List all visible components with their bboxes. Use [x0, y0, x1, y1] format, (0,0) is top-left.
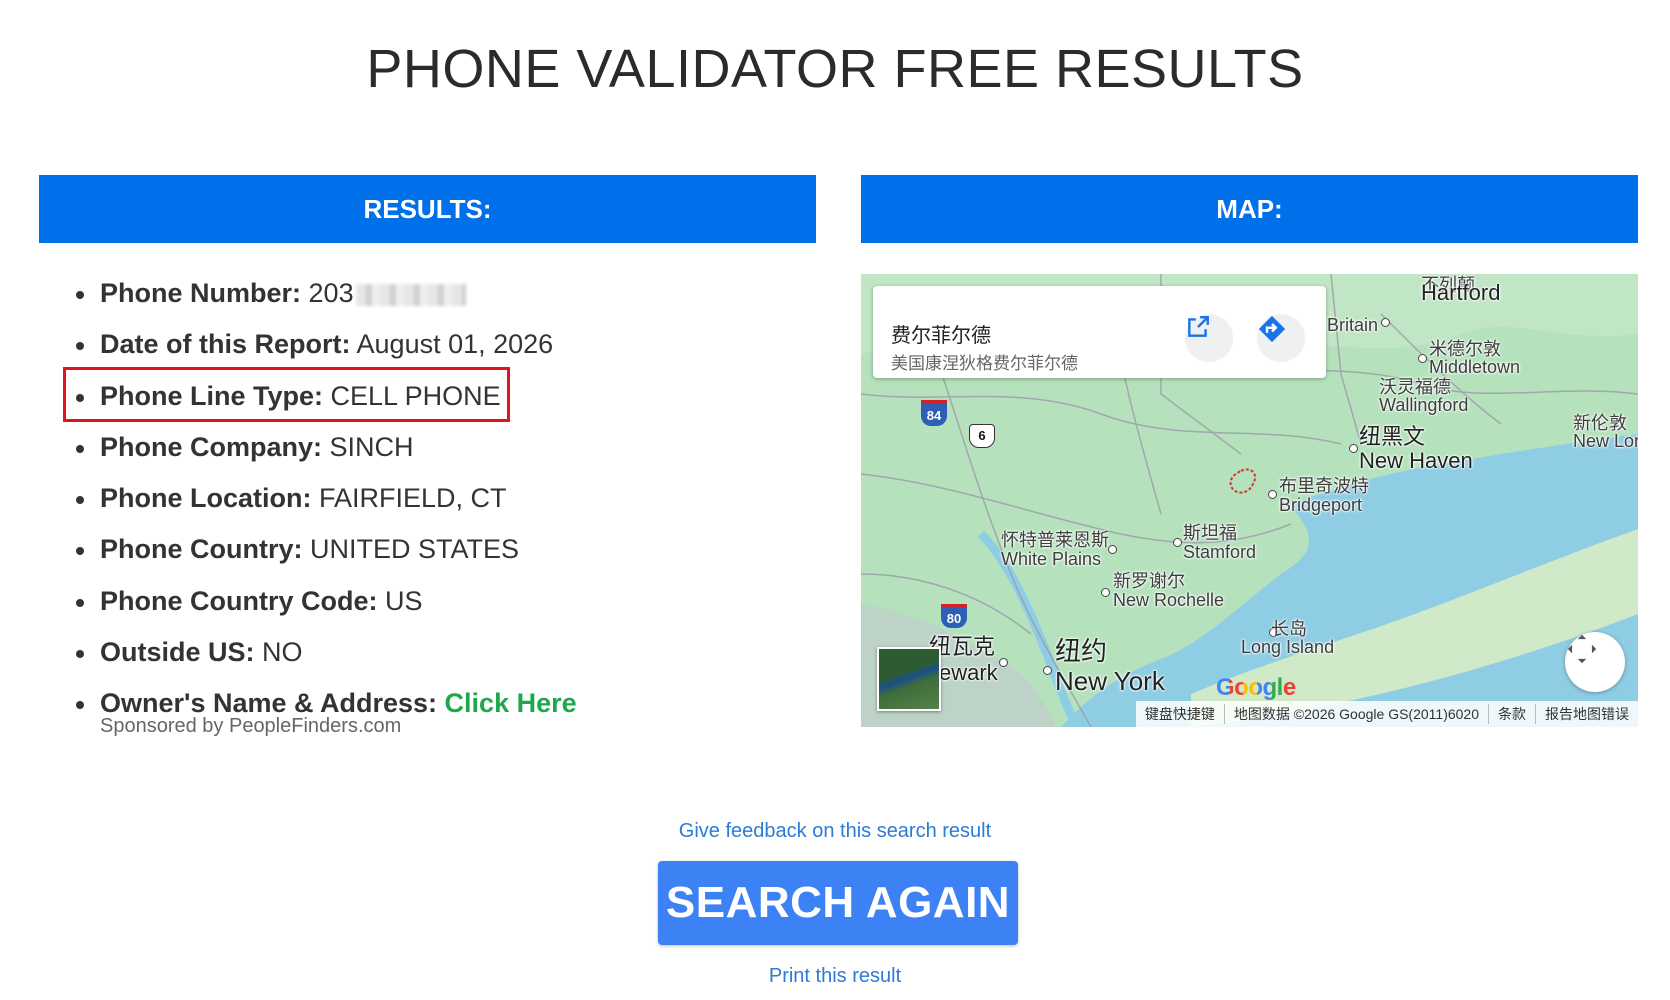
- results-list: Phone Number: 203 Date of this Report: A…: [70, 268, 577, 730]
- map-label-new-york: New York: [1055, 666, 1165, 696]
- result-value: SINCH: [329, 431, 414, 462]
- print-link[interactable]: Print this result: [0, 965, 1670, 988]
- terms-link[interactable]: 条款: [1488, 704, 1535, 724]
- search-again-button[interactable]: SEARCH AGAIN: [658, 861, 1018, 945]
- owner-click-here-link[interactable]: Click Here: [445, 688, 577, 718]
- result-value: 203: [308, 278, 354, 308]
- map-label-new-london-zh: 新伦敦: [1573, 413, 1627, 433]
- feedback-link[interactable]: Give feedback on this search result: [0, 820, 1670, 843]
- result-label: Phone Number:: [100, 278, 302, 308]
- map-label-new-york-zh: 纽约: [1055, 636, 1108, 666]
- map-dot: [1043, 666, 1052, 675]
- map-label-new-london: New Lor: [1573, 431, 1638, 451]
- fullscreen-icon: [1567, 634, 1597, 664]
- map-label-long-island-zh: 长岛: [1271, 619, 1307, 639]
- sponsor-text: Sponsored by PeopleFinders.com: [100, 715, 402, 737]
- map-label-bridgeport-zh: 布里奇波特: [1279, 476, 1369, 496]
- map-label-newark: ewark: [939, 660, 998, 685]
- place-name: 费尔菲尔德: [891, 325, 991, 347]
- highlight-box: [63, 367, 510, 422]
- result-value: UNITED STATES: [310, 534, 520, 565]
- report-error-link[interactable]: 报告地图错误: [1535, 704, 1638, 724]
- route-6-shield: 6: [969, 424, 995, 448]
- result-label: Phone Location:: [100, 483, 312, 514]
- result-label: Phone Country:: [100, 534, 303, 565]
- result-value: August 01, 2026: [356, 329, 554, 360]
- map-label-new-rochelle: New Rochelle: [1113, 590, 1225, 610]
- result-country: Phone Country: UNITED STATES: [70, 524, 577, 575]
- place-address: 美国康涅狄格费尔菲尔德: [891, 354, 1078, 373]
- map-dot: [1173, 538, 1182, 547]
- result-label: Phone Country Code:: [100, 585, 378, 616]
- result-value: US: [385, 585, 423, 616]
- interstate-84-shield: 84: [921, 400, 947, 426]
- keyboard-shortcuts-link[interactable]: 键盘快捷键: [1136, 704, 1224, 724]
- directions-button[interactable]: [1257, 314, 1305, 362]
- fullscreen-button[interactable]: [1565, 632, 1625, 692]
- result-label: Outside US:: [100, 637, 255, 668]
- map-label-stamford-zh: 斯坦福: [1183, 523, 1237, 543]
- map-label-stamford: Stamford: [1183, 542, 1257, 562]
- map-label-wallingford-zh: 沃灵福德: [1379, 377, 1451, 397]
- map-label-new-britain: Britain: [1327, 315, 1379, 335]
- map-dot: [1381, 318, 1390, 327]
- result-report-date: Date of this Report: August 01, 2026: [70, 319, 577, 370]
- result-label: Date of this Report:: [100, 329, 351, 360]
- redacted-digits: [355, 283, 466, 306]
- satellite-toggle[interactable]: [877, 647, 941, 711]
- map-label-new-haven: New Haven: [1359, 448, 1473, 473]
- google-logo-text: Google: [1216, 674, 1296, 701]
- open-in-maps-button[interactable]: [1185, 314, 1233, 362]
- map-dot: [1268, 490, 1277, 499]
- map-label-middletown-zh: 米德尔敦: [1429, 339, 1501, 359]
- map-dot: [1101, 588, 1110, 597]
- map-embed[interactable]: 不列颠 Hartford Britain 米德尔敦 Middletown 沃灵福…: [861, 274, 1638, 727]
- map-label-new-haven-zh: 纽黑文: [1359, 424, 1426, 449]
- google-logo: Google: [1216, 674, 1296, 702]
- map-label-new-rochelle-zh: 新罗谢尔: [1113, 571, 1185, 591]
- map-label-bridgeport: Bridgeport: [1279, 495, 1363, 515]
- map-data-text: 地图数据 ©2026 Google GS(2011)6020: [1223, 704, 1488, 724]
- map-dot: [1349, 444, 1358, 453]
- map-dot: [1108, 545, 1117, 554]
- result-value: FAIRFIELD, CT: [319, 483, 507, 514]
- map-label-white-plains-zh: 怀特普莱恩斯: [1001, 530, 1109, 550]
- results-header: RESULTS:: [39, 175, 816, 243]
- result-location: Phone Location: FAIRFIELD, CT: [70, 473, 577, 524]
- external-link-icon: [1188, 316, 1209, 337]
- result-value: NO: [262, 637, 303, 668]
- result-outside-us: Outside US: NO: [70, 627, 577, 678]
- map-header: MAP:: [861, 175, 1638, 243]
- map-dot: [999, 658, 1008, 667]
- interstate-80-shield: 80: [941, 604, 967, 628]
- result-country-code: Phone Country Code: US: [70, 576, 577, 627]
- map-label-middletown: Middletown: [1429, 357, 1521, 377]
- result-company: Phone Company: SINCH: [70, 422, 577, 473]
- directions-icon: [1258, 315, 1286, 343]
- result-phone-number: Phone Number: 203: [70, 268, 577, 319]
- map-dot: [1418, 354, 1427, 363]
- place-info-card: 费尔菲尔德 美国康涅狄格费尔菲尔德: [873, 286, 1326, 378]
- map-label-long-island: Long Island: [1241, 637, 1335, 657]
- map-attribution-bar: 键盘快捷键 地图数据 ©2026 Google GS(2011)6020 条款 …: [1135, 701, 1638, 727]
- map-label-hartford: Hartford: [1421, 280, 1501, 305]
- result-label: Phone Company:: [100, 431, 323, 462]
- result-label: Owner's Name & Address:: [100, 688, 438, 719]
- page-title: PHONE VALIDATOR FREE RESULTS: [366, 39, 1304, 99]
- map-label-wallingford: Wallingford: [1379, 395, 1469, 415]
- map-label-white-plains: White Plains: [1001, 549, 1102, 569]
